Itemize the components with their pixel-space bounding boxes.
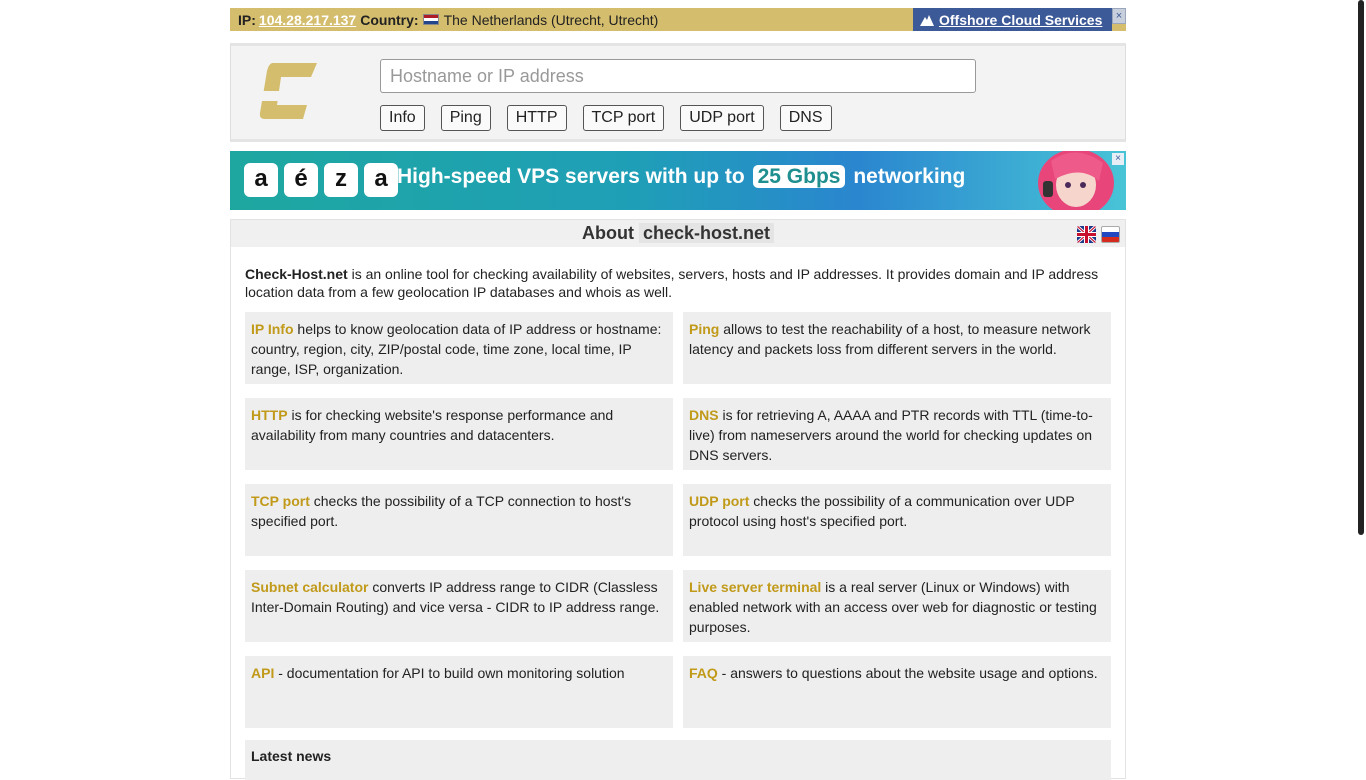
feature-link[interactable]: HTTP (251, 407, 288, 423)
check-type-buttons: Info Ping HTTP TCP port UDP port DNS (380, 105, 848, 131)
feature-desc: - documentation for API to build own mon… (274, 665, 625, 681)
feature-link[interactable]: UDP port (689, 493, 749, 509)
country-colon: : (413, 11, 419, 28)
about-intro: Check-Host.net is an online tool for che… (245, 265, 1111, 301)
feature-link[interactable]: IP Info (251, 321, 294, 337)
country-value: The Netherlands (Utrecht, Utrecht) (443, 11, 659, 28)
feature-tcp-port: TCP port checks the possibility of a TCP… (245, 484, 673, 556)
offshore-cloud-link[interactable]: Offshore Cloud Services (913, 8, 1112, 31)
info-button[interactable]: Info (380, 105, 425, 131)
feature-desc: is for checking website's response perfo… (251, 407, 614, 443)
feature-link[interactable]: TCP port (251, 493, 310, 509)
ip-colon: : (251, 11, 256, 28)
anime-character-illustration (1038, 151, 1114, 210)
ip-info-bar: IP: 104.28.217.137 Country: The Netherla… (230, 8, 1126, 31)
feature-desc: is for retrieving A, AAAA and PTR record… (689, 407, 1093, 463)
country-label: Country (360, 11, 414, 28)
feature-link[interactable]: Live server terminal (689, 579, 821, 595)
logo-letter: z (324, 163, 358, 197)
feature-desc: - answers to questions about the website… (717, 665, 1098, 681)
features-grid: IP Info helps to know geolocation data o… (245, 312, 1111, 728)
ping-button[interactable]: Ping (440, 105, 491, 131)
feature-http: HTTP is for checking website's response … (245, 398, 673, 470)
latest-news-heading: Latest news (245, 740, 1111, 780)
offshore-link-label: Offshore Cloud Services (939, 11, 1103, 28)
tcp-port-button[interactable]: TCP port (582, 105, 665, 131)
feature-link[interactable]: DNS (689, 407, 719, 423)
cloud-icon (920, 14, 934, 26)
feature-link[interactable]: FAQ (689, 665, 718, 681)
about-title-prefix: About (581, 223, 634, 243)
feature-ip-info: IP Info helps to know geolocation data o… (245, 312, 673, 384)
feature-udp-port: UDP port checks the possibility of a com… (683, 484, 1111, 556)
feature-api: API - documentation for API to build own… (245, 656, 673, 728)
logo-letter: é (284, 163, 318, 197)
feature-dns: DNS is for retrieving A, AAAA and PTR re… (683, 398, 1111, 470)
feature-ping: Ping allows to test the reachability of … (683, 312, 1111, 384)
feature-faq: FAQ - answers to questions about the web… (683, 656, 1111, 728)
banner-text-after: networking (853, 165, 966, 188)
scrollbar-thumb[interactable] (1358, 0, 1364, 535)
feature-live-terminal: Live server terminal is a real server (L… (683, 570, 1111, 642)
hostname-input[interactable]: Hostname or IP address (380, 59, 976, 93)
ip-address-link[interactable]: 104.28.217.137 (259, 12, 356, 28)
logo-letter: a (244, 163, 278, 197)
language-switcher (1072, 226, 1120, 243)
ip-label: IP (238, 11, 252, 28)
udp-port-button[interactable]: UDP port (680, 105, 764, 131)
intro-text: is an online tool for checking availabil… (245, 266, 1099, 300)
close-icon[interactable]: × (1112, 8, 1126, 24)
feature-link[interactable]: API (251, 665, 274, 681)
feature-desc: helps to know geolocation data of IP add… (251, 321, 662, 377)
intro-site-name: Check-Host.net (245, 266, 348, 282)
about-section: About check-host.net Check-Host.net is a… (230, 219, 1126, 780)
search-panel: Hostname or IP address Info Ping HTTP TC… (230, 43, 1126, 142)
feature-desc: allows to test the reachability of a hos… (689, 321, 1091, 357)
about-title-domain: check-host.net (638, 223, 775, 243)
english-flag-icon[interactable] (1077, 226, 1096, 243)
check-host-logo (259, 63, 317, 119)
close-icon[interactable]: × (1112, 153, 1124, 165)
netherlands-flag-icon (422, 14, 439, 25)
feature-link[interactable]: Subnet calculator (251, 579, 368, 595)
page-scrollbar[interactable] (1356, 0, 1366, 768)
logo-letter: a (364, 163, 398, 197)
russian-flag-icon[interactable] (1101, 226, 1120, 243)
banner-highlight: 25 Gbps (752, 165, 846, 188)
aeza-logo: a é z a (244, 163, 404, 197)
dns-button[interactable]: DNS (779, 105, 832, 131)
feature-link[interactable]: Ping (689, 321, 719, 337)
feature-subnet-calculator: Subnet calculator converts IP address ra… (245, 570, 673, 642)
banner-text-before: High-speed VPS servers with up to (397, 165, 745, 188)
banner-headline: High-speed VPS servers with up to 25 Gbp… (397, 165, 965, 189)
aeza-ad-banner[interactable]: a é z a High-speed VPS servers with up t… (230, 151, 1126, 210)
about-header: About check-host.net (231, 220, 1125, 247)
http-button[interactable]: HTTP (506, 105, 567, 131)
